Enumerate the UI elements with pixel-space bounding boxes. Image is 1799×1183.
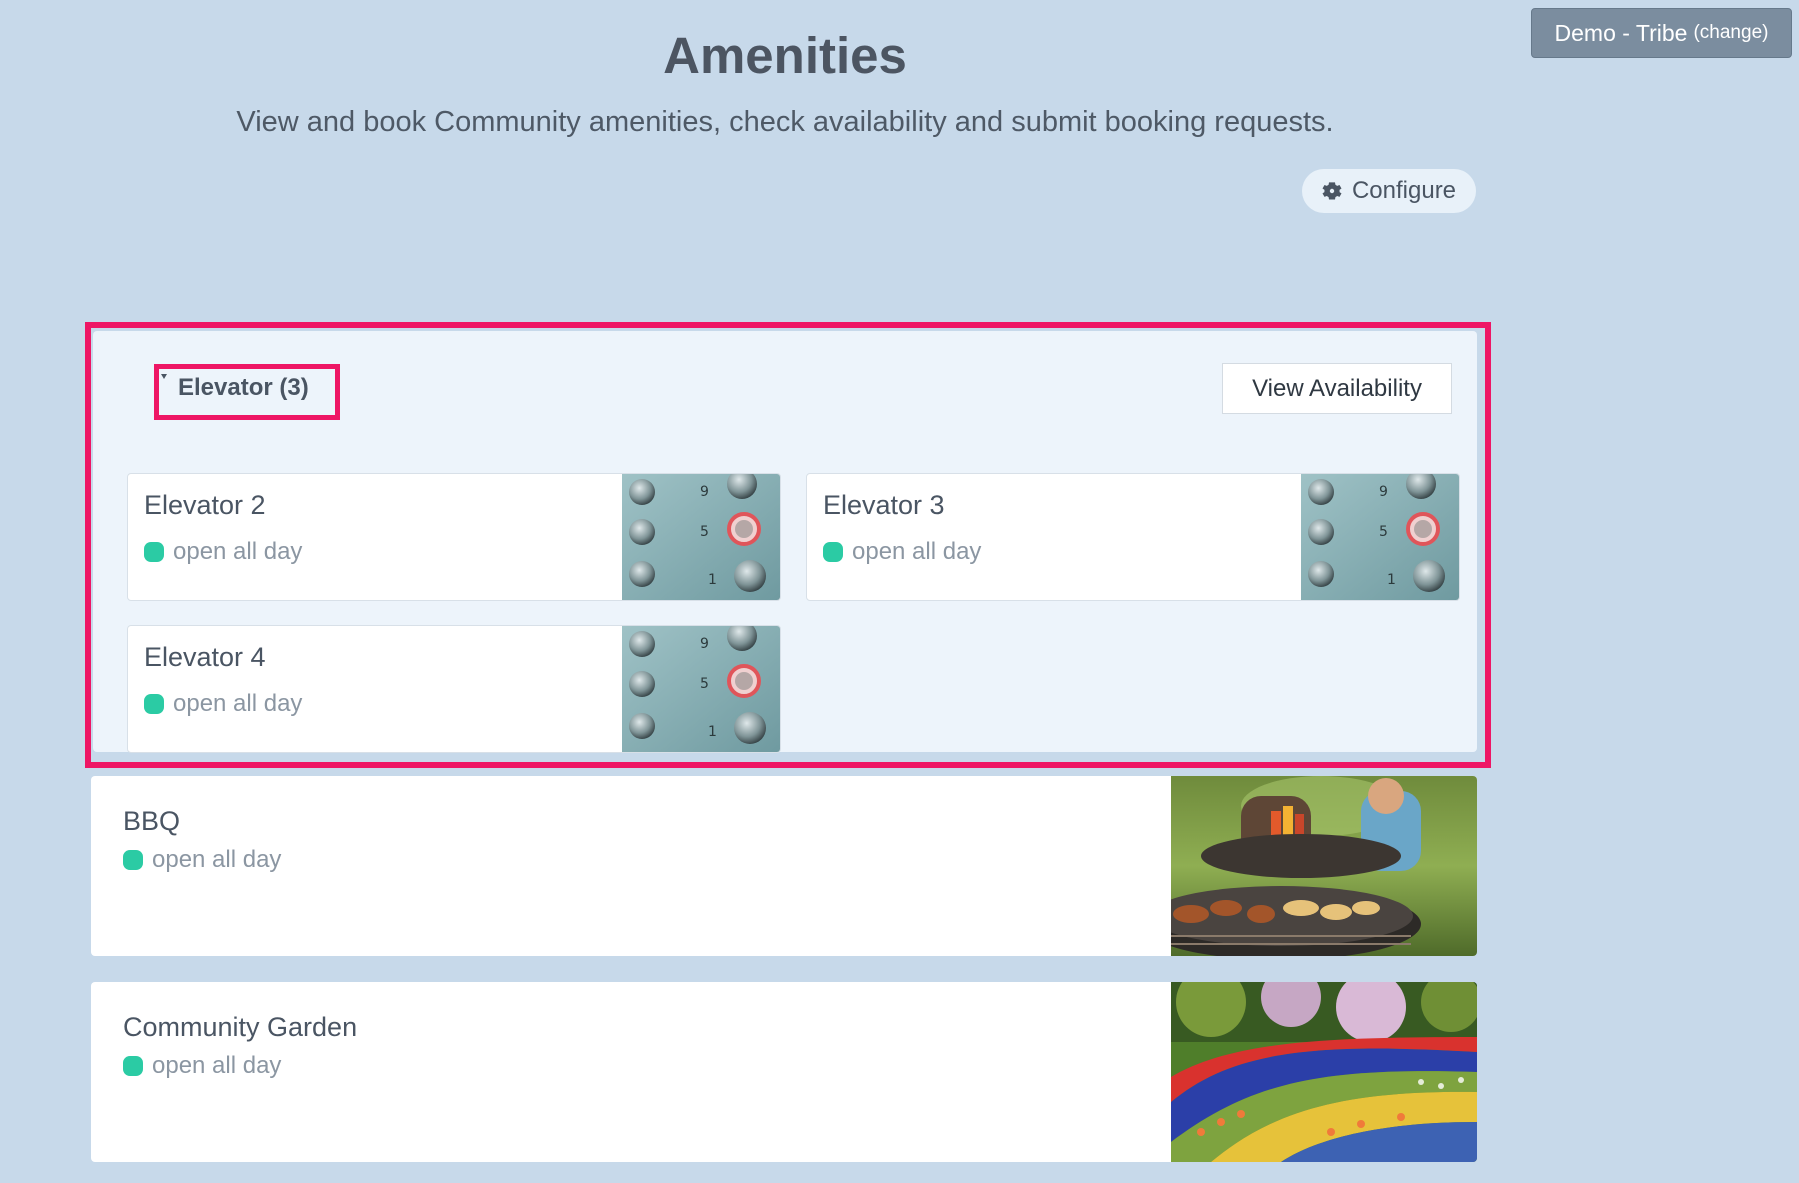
status-text: open all day (152, 1052, 282, 1079)
status-dot-icon (144, 542, 164, 562)
availability-status: open all day (144, 538, 302, 566)
amenity-card-bbq[interactable]: BBQ open all day (91, 776, 1477, 956)
elevator-buttons-image (622, 626, 780, 752)
tulip-garden-image (1171, 982, 1477, 1162)
amenity-name: Elevator 2 (144, 490, 266, 520)
tenant-name: Demo - Tribe (1554, 19, 1688, 46)
amenity-card-elevator-3[interactable]: Elevator 3 open all day (806, 473, 1460, 601)
elevator-buttons-image (1301, 474, 1459, 600)
status-text: open all day (152, 846, 282, 873)
availability-status: open all day (123, 846, 281, 874)
amenity-card-community-garden[interactable]: Community Garden open all day (91, 982, 1477, 1162)
status-dot-icon (823, 542, 843, 562)
status-text: open all day (173, 538, 303, 565)
amenity-name: BBQ (123, 806, 181, 836)
amenity-card-elevator-4[interactable]: Elevator 4 open all day (127, 625, 781, 753)
status-dot-icon (123, 850, 143, 870)
elevator-buttons-image (622, 474, 780, 600)
availability-status: open all day (823, 538, 981, 566)
amenity-name: Elevator 3 (823, 490, 945, 520)
status-dot-icon (144, 694, 164, 714)
caret-up-icon (161, 374, 167, 379)
configure-label: Configure (1351, 177, 1457, 204)
amenity-name: Elevator 4 (144, 642, 266, 672)
status-text: open all day (173, 690, 303, 717)
status-dot-icon (123, 1056, 143, 1076)
availability-status: open all day (144, 690, 302, 718)
gear-icon (1322, 182, 1342, 200)
bbq-grill-image (1171, 776, 1477, 956)
availability-status: open all day (123, 1052, 281, 1080)
page-title: Amenities (663, 27, 907, 84)
tenant-change-link[interactable]: (change) (1693, 22, 1768, 44)
amenity-card-elevator-2[interactable]: Elevator 2 open all day (127, 473, 781, 601)
page-subtitle: View and book Community amenities, check… (236, 106, 1334, 138)
configure-button[interactable]: Configure (1302, 169, 1476, 213)
group-title: Elevator (3) (178, 374, 309, 401)
amenity-name: Community Garden (123, 1012, 358, 1042)
status-text: open all day (852, 538, 982, 565)
tenant-switcher-button[interactable]: Demo - Tribe (change) (1531, 8, 1792, 58)
group-toggle[interactable]: Elevator (3) (160, 370, 309, 406)
view-availability-button[interactable]: View Availability (1222, 363, 1452, 414)
